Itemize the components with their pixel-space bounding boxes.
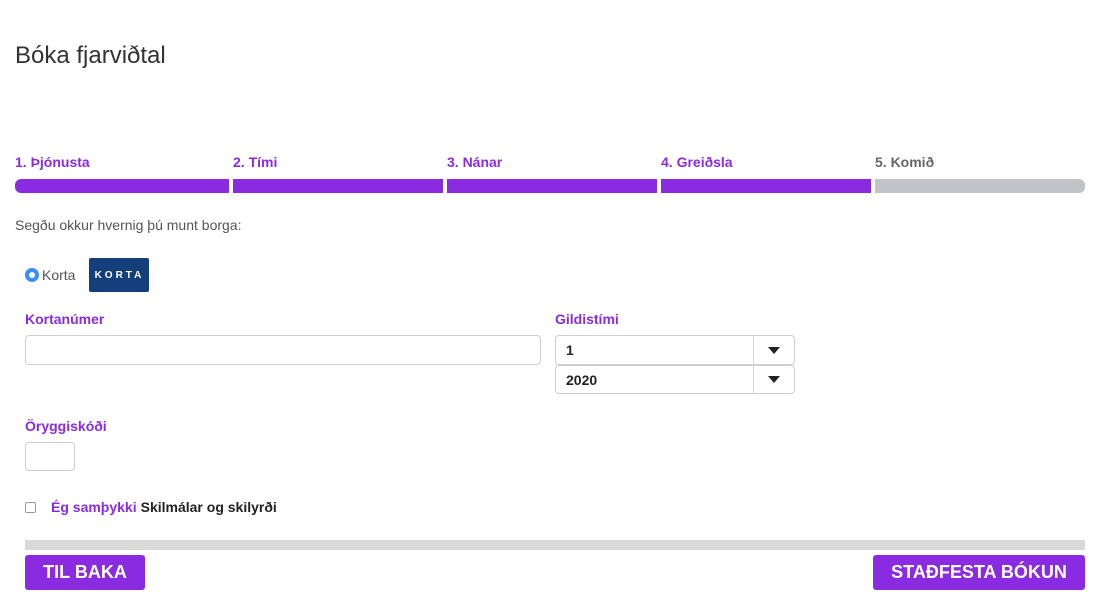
- expiry-label: Gildistími: [555, 311, 619, 327]
- step-label: 3. Nánar: [447, 154, 503, 170]
- card-number-label: Kortanúmer: [25, 311, 105, 327]
- step-bar: [15, 179, 229, 193]
- step-bar: [233, 179, 443, 193]
- terms-checkbox[interactable]: [25, 501, 36, 513]
- payment-option-korta[interactable]: Korta KORTA: [25, 258, 150, 292]
- step-label: 5. Komið: [875, 154, 935, 170]
- cvc-input[interactable]: [25, 442, 75, 471]
- korta-logo: KORTA: [89, 258, 150, 292]
- page-title: Bóka fjarviðtal: [15, 42, 166, 69]
- dropdown-arrow-icon[interactable]: [754, 376, 794, 383]
- card-number-input[interactable]: [25, 335, 541, 365]
- expiry-year-select[interactable]: 2020: [555, 365, 795, 394]
- terms-link[interactable]: Skilmálar og skilyrði: [141, 499, 277, 515]
- expiry-year-value: 2020: [566, 371, 598, 388]
- step-service[interactable]: 1. Þjónusta: [15, 154, 229, 194]
- footer-divider: [25, 540, 1085, 550]
- payment-option-label: Korta: [42, 267, 76, 283]
- payment-prompt: Segðu okkur hvernig þú munt borga:: [15, 217, 242, 233]
- radio-selected-icon[interactable]: [25, 268, 39, 282]
- back-button[interactable]: TIL BAKA: [25, 555, 145, 590]
- step-bar: [875, 179, 1085, 193]
- step-bar: [661, 179, 871, 193]
- step-payment[interactable]: 4. Greiðsla: [661, 154, 871, 194]
- step-label: 2. Tími: [233, 154, 278, 170]
- cvc-label: Öryggiskóði: [25, 418, 107, 434]
- step-bar: [447, 179, 657, 193]
- step-details[interactable]: 3. Nánar: [447, 154, 657, 194]
- terms-row: Ég samþykki Skilmálar og skilyrði: [25, 499, 277, 515]
- step-time[interactable]: 2. Tími: [233, 154, 443, 194]
- progress-steps: 1. Þjónusta 2. Tími 3. Nánar 4. Greiðsla…: [15, 154, 1085, 194]
- terms-agree-text: Ég samþykki: [51, 499, 137, 515]
- expiry-month-value: 1: [566, 342, 574, 358]
- dropdown-arrow-icon[interactable]: [754, 346, 794, 354]
- step-label: 1. Þjónusta: [15, 154, 90, 170]
- step-label: 4. Greiðsla: [661, 154, 733, 170]
- step-done: 5. Komið: [875, 154, 1085, 194]
- expiry-month-select[interactable]: 1: [555, 335, 795, 365]
- confirm-booking-button[interactable]: STAÐFESTA BÓKUN: [873, 555, 1085, 590]
